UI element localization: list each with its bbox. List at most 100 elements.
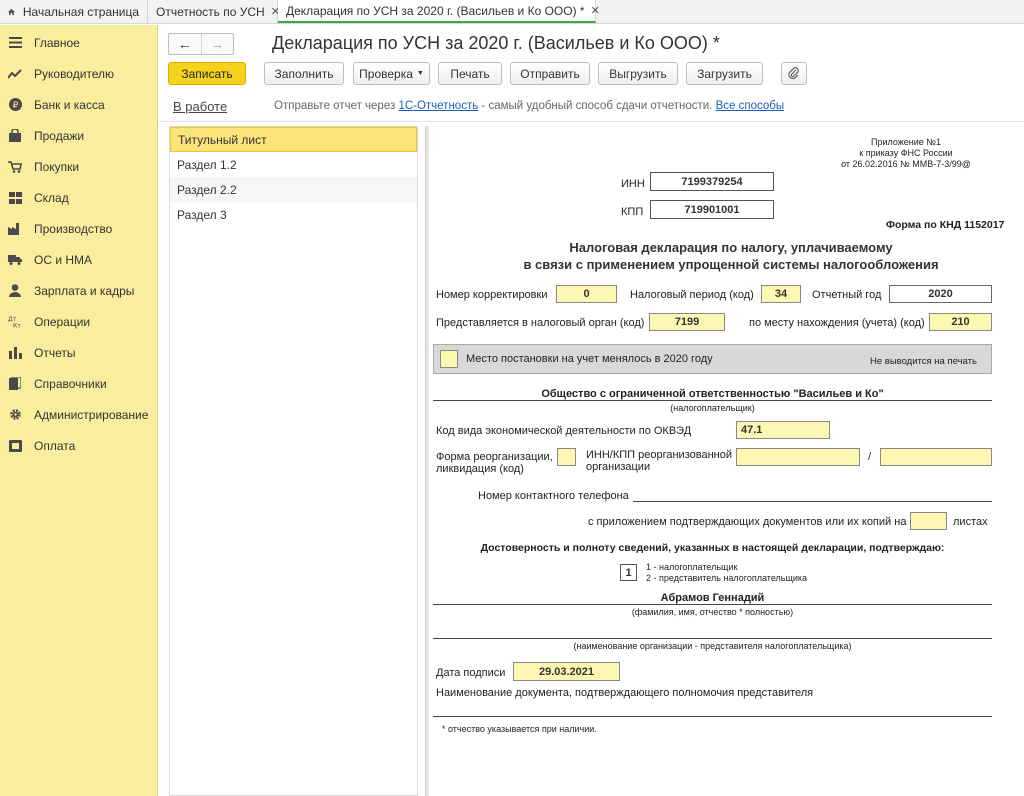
signer-option-1: 1 - налогоплательщик xyxy=(646,562,738,572)
reorg-inn-field[interactable] xyxy=(736,448,860,466)
sidebar-item-salary[interactable]: Зарплата и кадры xyxy=(0,275,157,306)
sidebar-item-label: Главное xyxy=(34,35,80,50)
reorg-inn-label-line-1: ИНН/КПП реорганизованной xyxy=(586,449,732,461)
svg-text:₽: ₽ xyxy=(12,101,18,111)
status-state-link[interactable]: В работе xyxy=(173,99,227,114)
sidebar-item-label: Справочники xyxy=(34,376,107,391)
tab-usn-reports[interactable]: Отчетность по УСН ✕ xyxy=(148,0,280,23)
okved-label: Код вида экономической деятельности по О… xyxy=(436,425,692,437)
form-stripe xyxy=(426,126,429,796)
payment-icon xyxy=(8,439,22,453)
location-changed-checkbox[interactable] xyxy=(440,350,458,368)
sidebar-item-fixed-assets[interactable]: ОС и НМА xyxy=(0,244,157,275)
check-button[interactable]: Проверка ▼ xyxy=(353,62,430,85)
import-button[interactable]: Загрузить xyxy=(686,62,763,85)
chart-trend-icon xyxy=(8,67,22,81)
nav-buttons: ← → xyxy=(168,33,234,55)
tab-bar: Начальная страница Отчетность по УСН ✕ Д… xyxy=(0,0,1024,24)
year-field[interactable]: 2020 xyxy=(889,285,992,303)
tab-label: Отчетность по УСН xyxy=(156,4,265,19)
sidebar-item-sales[interactable]: Продажи xyxy=(0,120,157,151)
send-button[interactable]: Отправить xyxy=(510,62,590,85)
phone-label: Номер контактного телефона xyxy=(478,490,629,502)
toolbar: Записать Заполнить Проверка ▼ Печать Отп… xyxy=(168,62,1018,86)
form-heading-line-1: Налоговая декларация по налогу, уплачива… xyxy=(569,240,893,255)
link-all-methods[interactable]: Все способы xyxy=(716,100,785,112)
sidebar: Главное Руководителю ₽ Банк и касса Прод… xyxy=(0,25,158,796)
sidebar-item-reports[interactable]: Отчеты xyxy=(0,337,157,368)
tab-home-label: Начальная страница xyxy=(22,4,139,19)
phone-field[interactable] xyxy=(633,501,992,502)
forward-arrow-icon[interactable]: → xyxy=(202,34,234,54)
section-item-title-page[interactable]: Титульный лист xyxy=(170,127,417,152)
tab-declaration[interactable]: Декларация по УСН за 2020 г. (Васильев и… xyxy=(278,0,600,23)
warehouse-icon xyxy=(8,191,22,205)
reorg-inn-label-line-2: организации xyxy=(586,461,651,473)
year-label: Отчетный год xyxy=(812,289,882,301)
close-icon[interactable]: ✕ xyxy=(591,4,600,17)
print-button[interactable]: Печать xyxy=(438,62,502,85)
sidebar-item-label: Склад xyxy=(34,190,69,205)
truck-icon xyxy=(8,253,22,267)
pages-unit: листах xyxy=(953,516,988,528)
fill-button[interactable]: Заполнить xyxy=(264,62,344,85)
place-label: по месту нахождения (учета) (код) xyxy=(749,317,925,329)
sidebar-item-operations[interactable]: Дт Кт Операции xyxy=(0,306,157,337)
okved-field[interactable]: 47.1 xyxy=(736,421,830,439)
section-item-1-2[interactable]: Раздел 1.2 xyxy=(170,152,417,177)
inn-label: ИНН xyxy=(621,178,645,190)
signer-code-field[interactable]: 1 xyxy=(620,564,637,581)
home-icon xyxy=(8,8,15,15)
location-changed-panel: Место постановки на учет менялось в 2020… xyxy=(433,344,992,374)
save-button[interactable]: Записать xyxy=(168,62,246,85)
org-name-line xyxy=(433,400,992,401)
sign-date-label: Дата подписи xyxy=(436,667,506,679)
bag-icon xyxy=(8,129,22,143)
reorg-inn-label: ИНН/КПП реорганизованной организации xyxy=(586,449,732,473)
corr-field[interactable]: 0 xyxy=(556,285,617,303)
representative-org-line xyxy=(433,638,992,639)
inn-field[interactable]: 7199379254 xyxy=(650,172,774,191)
sidebar-item-manager[interactable]: Руководителю xyxy=(0,58,157,89)
sidebar-item-label: Зарплата и кадры xyxy=(34,283,135,298)
section-item-3[interactable]: Раздел 3 xyxy=(170,202,417,227)
link-1c-reporting[interactable]: 1С-Отчетность xyxy=(398,100,478,112)
section-item-2-2[interactable]: Раздел 2.2 xyxy=(170,177,417,202)
ruble-icon: ₽ xyxy=(8,98,22,112)
export-button[interactable]: Выгрузить xyxy=(598,62,678,85)
pages-field[interactable] xyxy=(910,512,947,530)
sidebar-item-purchases[interactable]: Покупки xyxy=(0,151,157,182)
authority-doc-line[interactable] xyxy=(433,716,992,717)
confirm-statement: Достоверность и полноту сведений, указан… xyxy=(480,542,945,554)
sidebar-item-administration[interactable]: Администрирование xyxy=(0,399,157,430)
sidebar-item-bank[interactable]: ₽ Банк и касса xyxy=(0,89,157,120)
appendix-line-3: от 26.02.2016 № ММВ-7-3/99@ xyxy=(841,159,971,169)
signer-name: Абрамов Геннадий xyxy=(660,592,765,604)
sidebar-item-payment[interactable]: Оплата xyxy=(0,430,157,461)
sidebar-item-catalogs[interactable]: Справочники xyxy=(0,368,157,399)
attach-button[interactable] xyxy=(781,62,807,85)
appendix-line-1: Приложение №1 xyxy=(871,137,941,147)
sign-date-field[interactable]: 29.03.2021 xyxy=(513,662,620,681)
organ-field[interactable]: 7199 xyxy=(649,313,725,331)
back-arrow-icon[interactable]: ← xyxy=(169,34,202,54)
cart-icon xyxy=(8,160,22,174)
knd-code: Форма по КНД 1152017 xyxy=(886,219,1005,231)
representative-org-caption: (наименование организации - представител… xyxy=(573,641,852,651)
sidebar-item-production[interactable]: Производство xyxy=(0,213,157,244)
kpp-field[interactable]: 719901001 xyxy=(650,200,774,219)
sidebar-item-main[interactable]: Главное xyxy=(0,27,157,58)
page-title: Декларация по УСН за 2020 г. (Васильев и… xyxy=(272,33,720,53)
period-field[interactable]: 34 xyxy=(761,285,801,303)
tab-home[interactable]: Начальная страница xyxy=(0,0,148,23)
reorg-form-field[interactable] xyxy=(557,448,576,466)
sidebar-item-label: Отчеты xyxy=(34,345,76,360)
location-changed-label: Место постановки на учет менялось в 2020… xyxy=(466,353,713,365)
reorg-kpp-field[interactable] xyxy=(880,448,992,466)
sidebar-item-label: Руководителю xyxy=(34,66,115,81)
books-icon xyxy=(8,377,22,391)
period-label: Налоговый период (код) xyxy=(630,289,754,301)
tab-label: Декларация по УСН за 2020 г. (Васильев и… xyxy=(286,3,585,18)
sidebar-item-warehouse[interactable]: Склад xyxy=(0,182,157,213)
place-field[interactable]: 210 xyxy=(929,313,992,331)
